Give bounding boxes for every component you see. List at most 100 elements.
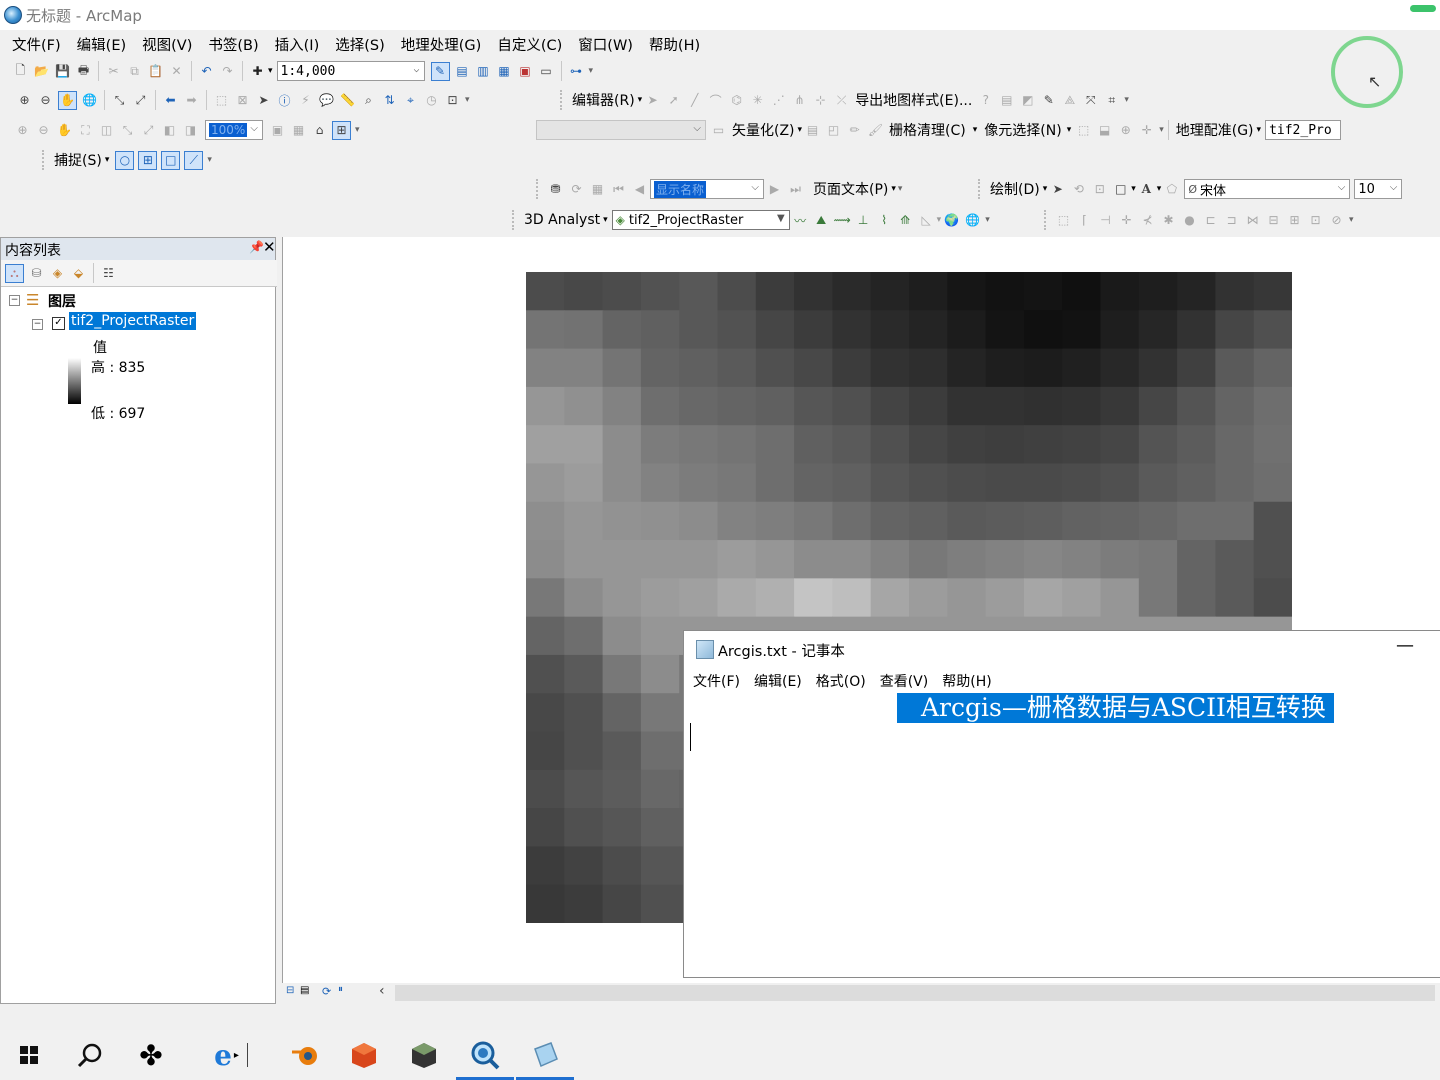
smooth-icon[interactable]: ⌗ <box>1103 92 1120 109</box>
edit-annotation-icon[interactable]: ➚ <box>665 92 682 109</box>
merge-icon[interactable]: ⋈ <box>1244 212 1261 229</box>
list-by-source-icon[interactable]: ⛁ <box>28 265 45 282</box>
next-page-icon[interactable]: ▶ <box>766 181 783 198</box>
layers-group-label[interactable]: 图层 <box>48 291 76 311</box>
last-page-icon[interactable]: ⏭ <box>787 181 804 198</box>
taskbar-app-notepad[interactable] <box>516 1030 574 1080</box>
edit-vertices-icon[interactable]: ⋰ <box>770 92 787 109</box>
topology-options-icon[interactable]: ⊡ <box>1307 212 1324 229</box>
edit-vertices-draw-icon[interactable]: ⬠ <box>1163 181 1180 198</box>
save-icon[interactable]: 💾 <box>54 63 71 80</box>
raster-cleanup-menu[interactable]: 栅格清理(C) <box>886 120 969 140</box>
catalog-window-icon[interactable]: ▥ <box>475 63 492 80</box>
profile-dropdown-icon[interactable]: ▾ <box>937 215 942 225</box>
vertex-snapping-icon[interactable]: □ <box>161 150 181 170</box>
toolbar-overflow-icon[interactable]: ▾ <box>207 155 212 165</box>
help-icon[interactable]: ? <box>977 92 994 109</box>
taskbar-app-ie[interactable]: e ▸ <box>196 1030 266 1080</box>
select-connected-cells-icon[interactable]: ⬚ <box>1075 122 1092 139</box>
pin-icon[interactable]: 📌 <box>249 240 264 254</box>
go-to-xy-icon[interactable]: ⌖ <box>402 92 419 109</box>
undo-icon[interactable]: ↶ <box>198 63 215 80</box>
open-folder-icon[interactable]: 📂 <box>33 63 50 80</box>
toolbar-grip[interactable] <box>512 210 517 230</box>
toolbar-grip[interactable] <box>978 179 983 199</box>
taskbar-app-terminal-cube[interactable] <box>395 1030 453 1080</box>
straight-segment-icon[interactable]: ╱ <box>686 92 703 109</box>
font-name-combo[interactable]: Ø 宋体 ⌵ <box>1184 179 1351 199</box>
focus-data-frame-icon[interactable]: ▦ <box>290 122 307 139</box>
drawing-dropdown-icon[interactable]: ▾ <box>1043 184 1048 194</box>
interactive-selection-icon[interactable]: ⬓ <box>1096 122 1113 139</box>
arctoolbox-icon[interactable]: ▣ <box>517 63 534 80</box>
editor-dropdown-icon[interactable]: ▾ <box>638 95 643 105</box>
editor-toolbar-icon[interactable]: ✎ <box>430 61 450 81</box>
create-features-icon[interactable]: ✎ <box>1040 92 1057 109</box>
toolbar-overflow-icon[interactable]: ▾ <box>355 125 360 135</box>
identify-icon[interactable]: ⓘ <box>276 92 293 109</box>
arcglobe-icon[interactable]: 🌐 <box>964 212 981 229</box>
toolbar-grip[interactable] <box>1044 210 1049 230</box>
clear-selection-icon[interactable]: ⊠ <box>234 92 251 109</box>
toggle-draft-mode-icon[interactable]: ▣ <box>269 122 286 139</box>
sketch-properties-icon[interactable]: ◩ <box>1019 92 1036 109</box>
vectorization-menu[interactable]: 矢量化(Z) <box>729 120 798 140</box>
menu-insert[interactable]: 插入(I) <box>267 34 328 55</box>
raster-line-width-icon[interactable]: ✛ <box>1138 122 1155 139</box>
end-point-arc-icon[interactable]: ⌒ <box>707 92 724 109</box>
find-binoculars-icon[interactable]: ⌕ <box>360 92 377 109</box>
edge-snapping-icon[interactable]: ⟋ <box>184 150 204 170</box>
attributes-icon[interactable]: ▤ <box>998 92 1015 109</box>
notepad-menu-file[interactable]: 文件(F) <box>686 671 747 691</box>
zoom-in-icon[interactable]: ⊕ <box>16 92 33 109</box>
text-icon[interactable]: A <box>1138 181 1155 198</box>
rectangle-icon[interactable]: □ <box>1112 181 1129 198</box>
zoom-percent-combo[interactable]: 100% ⌵ <box>205 120 263 140</box>
layer-visibility-checkbox[interactable]: ✓ <box>52 317 65 330</box>
raster-cleanup-dropdown-icon[interactable]: ▾ <box>973 125 978 135</box>
selected-title-text[interactable]: Arcgis—栅格数据与ASCII相互转换 <box>897 693 1334 723</box>
construct-icon[interactable]: ⊐ <box>1223 212 1240 229</box>
topology-edit-icon[interactable]: ⬚ <box>1055 212 1072 229</box>
topology-extend-icon[interactable]: ⊀ <box>1139 212 1156 229</box>
select-elements-arrow-icon[interactable]: ➤ <box>255 92 272 109</box>
list-by-visibility-icon[interactable]: ◈ <box>49 265 66 282</box>
find-route-icon[interactable]: ⇅ <box>381 92 398 109</box>
steepest-path-icon[interactable]: ⛰ <box>813 212 830 229</box>
toolbar-overflow-icon[interactable]: ▾ <box>589 66 594 76</box>
validate-icon[interactable]: ✱ <box>1160 212 1177 229</box>
font-size-combo[interactable]: 10 ⌵ <box>1354 179 1403 199</box>
3d-analyst-menu[interactable]: 3D Analyst <box>521 212 603 228</box>
brush-icon[interactable]: 🖌 <box>867 122 884 139</box>
export-map-style-button[interactable]: 导出地图样式(E)... <box>852 90 975 110</box>
horizontal-scrollbar[interactable] <box>395 985 1435 1001</box>
toolbar-overflow-icon[interactable]: ▾ <box>985 215 990 225</box>
menu-help[interactable]: 帮助(H) <box>641 34 708 55</box>
page-setup-icon[interactable]: ⛃ <box>547 181 564 198</box>
fixed-zoom-in-icon[interactable]: ⤡ <box>111 92 128 109</box>
taskbar-app-pinwheel[interactable]: ✤ <box>122 1030 180 1080</box>
hyperlink-icon[interactable]: ⚡ <box>297 92 314 109</box>
back-arrow-icon[interactable]: ⬅ <box>162 92 179 109</box>
zoom-out-icon[interactable]: ⊖ <box>37 92 54 109</box>
cut-icon[interactable]: ✂ <box>105 63 122 80</box>
fixed-zoom-out-page-icon[interactable]: ⤢ <box>140 122 157 139</box>
error-inspector-icon[interactable]: ● <box>1181 212 1198 229</box>
page-text-dropdown-icon[interactable]: ▾ <box>891 184 896 194</box>
previous-page-icon[interactable]: ◀ <box>631 181 648 198</box>
point-snapping-icon[interactable]: ○ <box>115 150 135 170</box>
cell-selection-dropdown-icon[interactable]: ▾ <box>1067 125 1072 135</box>
menu-customize[interactable]: 自定义(C) <box>489 34 570 55</box>
add-data-dropdown-icon[interactable]: ▾ <box>268 66 273 76</box>
toolbar-overflow-icon[interactable]: ▾ <box>1349 215 1354 225</box>
topology-icon[interactable]: ⟁ <box>1061 92 1078 109</box>
redo-icon[interactable]: ↷ <box>219 63 236 80</box>
refresh-icon[interactable]: ⟳ <box>322 985 331 998</box>
rectangle-dropdown-icon[interactable]: ▾ <box>1131 184 1136 194</box>
cells-zoom-icon[interactable]: ⊕ <box>1117 122 1134 139</box>
forward-arrow-icon[interactable]: ➡ <box>183 92 200 109</box>
zoom-to-selected-icon[interactable]: ⊡ <box>1091 181 1108 198</box>
georeferencing-layer-combo[interactable]: tif2_Pro <box>1265 120 1342 140</box>
collapse-layers-toggle[interactable]: − <box>9 295 20 306</box>
snapping-dropdown-icon[interactable]: ▾ <box>105 155 110 165</box>
